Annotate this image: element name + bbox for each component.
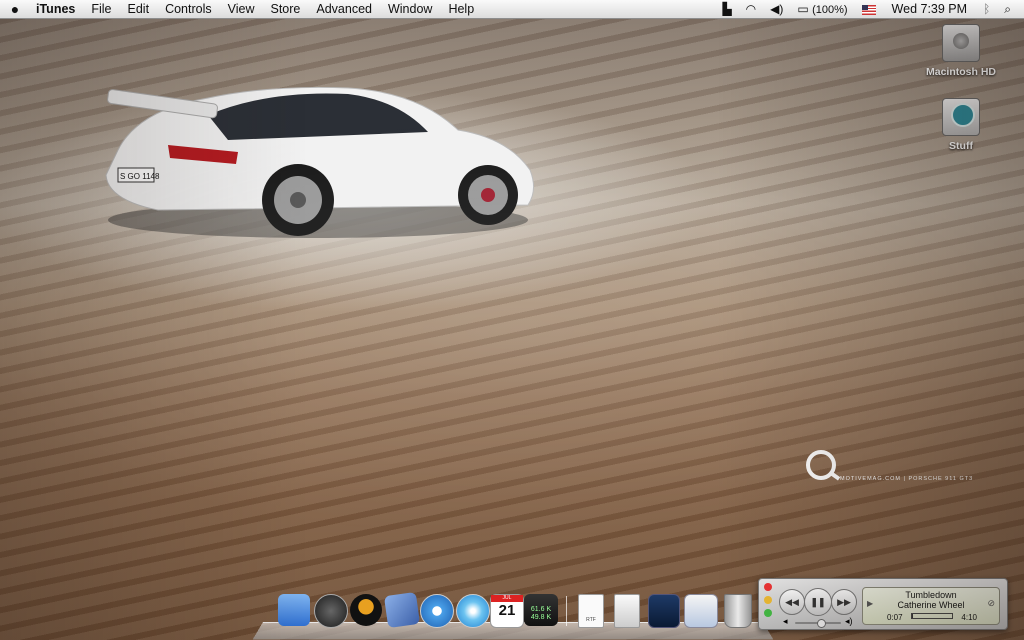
spotlight-search-icon[interactable]: ⌕ — [997, 0, 1018, 18]
watermark-text: MOTIVEMAG.COM | PORSCHE 911 GT3 — [840, 476, 974, 482]
mail-stamp-icon[interactable] — [383, 591, 421, 629]
net-upload-rate: 61.6 K — [530, 606, 552, 613]
menu-file[interactable]: File — [83, 0, 119, 18]
menu-controls[interactable]: Controls — [157, 0, 220, 18]
volume-knob[interactable] — [817, 619, 827, 628]
safari-compass-icon[interactable] — [420, 594, 454, 628]
rewind-icon: ◀◀ — [785, 596, 799, 607]
previous-track-button[interactable]: ◀◀ — [779, 589, 805, 615]
menu-store[interactable]: Store — [262, 0, 308, 18]
time-machine-drive-icon — [942, 98, 980, 136]
menu-window[interactable]: Window — [380, 0, 440, 18]
desktop-icon-stuff[interactable]: Stuff — [916, 98, 1006, 152]
network-monitor-icon[interactable]: 61.6 K 49.8 K — [524, 594, 558, 626]
porsche-car-image: S GO 1148 — [105, 86, 534, 238]
rtf-document-icon[interactable]: RTF — [578, 594, 604, 628]
menu-view[interactable]: View — [220, 0, 263, 18]
license-plate: S GO 1148 — [120, 172, 160, 181]
dashboard-icon[interactable] — [314, 594, 348, 628]
downloads-stack-icon[interactable] — [648, 594, 680, 628]
battery-icon: ▭ — [797, 1, 809, 16]
net-download-rate: 49.8 K — [530, 614, 552, 621]
zoom-window-button[interactable] — [764, 609, 772, 617]
display-toggle-icon[interactable]: ⊘ — [987, 598, 995, 609]
dock: JUL 21 61.6 K 49.8 K RTF — [252, 590, 774, 640]
play-pause-button[interactable]: ❚❚ — [804, 588, 832, 616]
minimize-window-button[interactable] — [764, 596, 772, 604]
desktop-wallpaper: S GO 1148 Macintosh HD Stuff MOTIVEMAG.C… — [0, 0, 1024, 640]
volume-low-icon: ◂ — [783, 616, 788, 626]
menu-bar: ● iTunes File Edit Controls View Store A… — [0, 0, 1024, 19]
calendar-month: JUL — [491, 595, 523, 602]
menu-edit[interactable]: Edit — [120, 0, 158, 18]
window-preview-icon[interactable] — [684, 594, 718, 628]
document-type-label: RTF — [586, 617, 596, 623]
wifi-icon[interactable]: ◠ — [739, 0, 763, 18]
menu-clock[interactable]: Wed 7:39 PM — [883, 2, 977, 16]
wallpaper-watermark: MOTIVEMAG.COM | PORSCHE 911 GT3 — [806, 450, 973, 482]
progress-fill — [912, 614, 914, 618]
itunes-icon[interactable] — [456, 594, 490, 628]
fast-forward-icon: ▶▶ — [837, 596, 851, 607]
finder-icon[interactable] — [278, 594, 310, 626]
network-status-icon[interactable]: ▙ — [715, 0, 738, 18]
volume-high-icon: ◂) — [845, 616, 853, 626]
volume-icon[interactable]: ◀) — [763, 0, 790, 18]
dock-divider — [566, 596, 567, 626]
ical-calendar-icon[interactable]: JUL 21 — [490, 594, 524, 628]
next-track-button[interactable]: ▶▶ — [831, 589, 857, 615]
input-source-flag-icon[interactable] — [855, 0, 883, 18]
itunes-mini-player: ◀◀ ❚❚ ▶▶ ◂ ◂) ▶ ⊘ Tumbledown Catherine W… — [758, 578, 1008, 630]
menu-advanced[interactable]: Advanced — [308, 0, 380, 18]
menu-app-name[interactable]: iTunes — [30, 2, 83, 16]
desktop-icon-macintosh-hd[interactable]: Macintosh HD — [916, 24, 1006, 78]
apple-icon[interactable]: ● — [0, 1, 30, 17]
volume-track — [795, 622, 841, 624]
battery-status[interactable]: ▭ (100%) — [790, 0, 854, 19]
volume-slider[interactable]: ◂ ◂) — [783, 616, 853, 628]
bluetooth-icon[interactable]: ᛒ — [976, 0, 997, 18]
battery-percentage: (100%) — [812, 3, 848, 16]
menu-help[interactable]: Help — [440, 0, 482, 18]
desktop-icon-label: Macintosh HD — [925, 66, 996, 78]
track-title: Tumbledown — [905, 590, 957, 600]
track-artist: Catherine Wheel — [897, 600, 965, 610]
play-indicator-icon: ▶ — [867, 599, 874, 608]
now-playing-display: ▶ ⊘ Tumbledown Catherine Wheel 0:07 4:10 — [862, 587, 1000, 625]
adium-duck-icon[interactable] — [350, 594, 382, 626]
calendar-day: 21 — [498, 602, 516, 619]
pause-icon: ❚❚ — [810, 596, 826, 607]
hard-drive-icon — [942, 24, 980, 62]
installer-document-icon[interactable] — [614, 594, 640, 628]
total-time: 4:10 — [961, 613, 977, 622]
desktop-icon-label: Stuff — [949, 140, 973, 152]
elapsed-time: 0:07 — [887, 613, 903, 622]
track-progress-bar[interactable] — [911, 613, 953, 619]
trash-icon[interactable] — [724, 594, 752, 628]
motivemag-logo-icon — [806, 450, 836, 480]
dock-shelf — [252, 622, 774, 640]
close-window-button[interactable] — [764, 583, 772, 591]
